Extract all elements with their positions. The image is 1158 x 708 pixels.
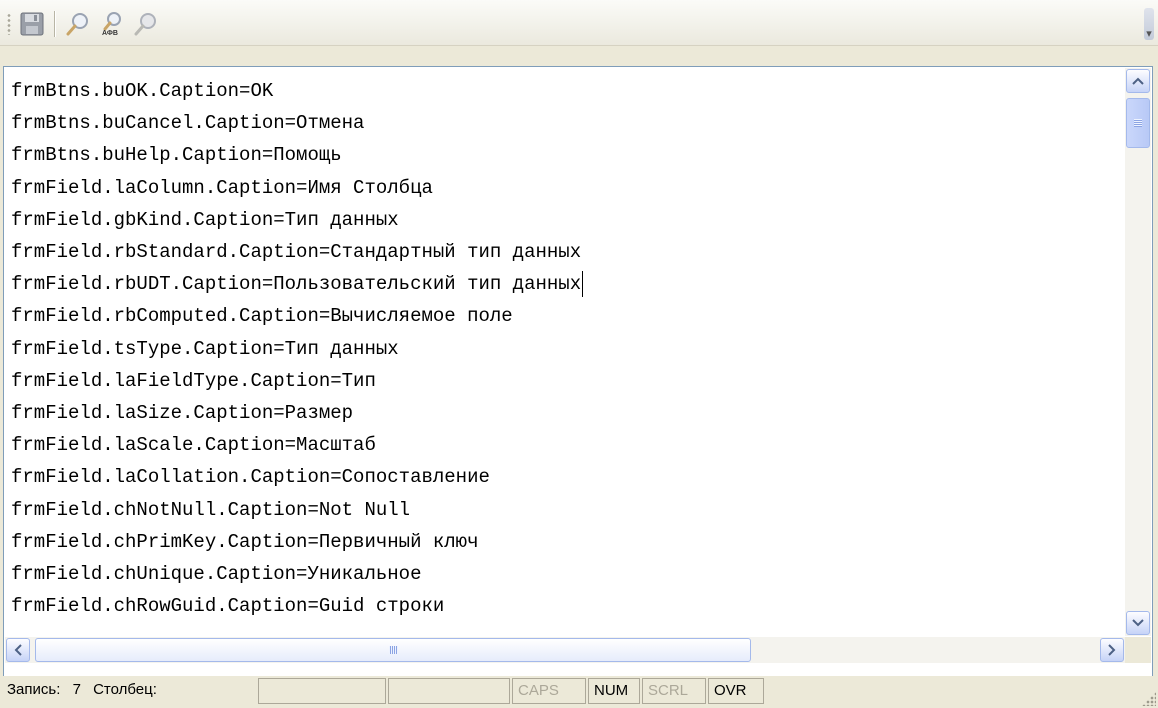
record-label: Запись: [7, 681, 61, 698]
editor-line[interactable]: frmBtns.buOK.Caption=OK [11, 75, 273, 107]
arrow-up-icon [1132, 77, 1144, 85]
status-num-indicator: NUM [588, 678, 640, 704]
editor-line[interactable]: frmField.chRowGuid.Caption=Guid строки [11, 590, 444, 622]
scrl-label: SCRL [648, 682, 689, 699]
editor-line[interactable]: frmField.rbStandard.Caption=Стандартный … [11, 236, 581, 268]
find-case-button[interactable]: АФВ [96, 8, 128, 40]
scroll-right-button[interactable] [1100, 638, 1124, 662]
vertical-scroll-thumb[interactable] [1126, 98, 1150, 148]
editor-line[interactable]: frmBtns.buCancel.Caption=Отмена [11, 107, 364, 139]
caps-label: CAPS [518, 682, 559, 699]
text-caret [582, 271, 583, 297]
status-scrl-indicator: SCRL [642, 678, 706, 704]
status-column-value-panel [258, 678, 386, 704]
editor-line[interactable]: frmField.chUnique.Caption=Уникальное [11, 558, 421, 590]
resize-grip-icon[interactable] [1142, 692, 1156, 706]
save-icon [20, 12, 44, 36]
find-next-button[interactable] [130, 8, 162, 40]
search-next-icon [134, 13, 156, 36]
arrow-down-icon [1132, 619, 1144, 627]
column-label: Столбец: [93, 681, 157, 698]
arrow-right-icon [1108, 644, 1116, 656]
toolbar-separator [54, 11, 56, 37]
thumb-grip-icon [1134, 119, 1142, 127]
status-caps-indicator: CAPS [512, 678, 586, 704]
editor-line[interactable]: frmField.chNotNull.Caption=Not Null [11, 494, 410, 526]
text-editor[interactable]: frmBtns.buOK.Caption=OK frmBtns.buCancel.… [5, 68, 1127, 636]
toolbar: АФВ ▾ [0, 0, 1158, 46]
save-button[interactable] [16, 8, 48, 40]
editor-line[interactable]: frmField.rbComputed.Caption=Вычисляемое … [11, 300, 513, 332]
search-abc-label: АФВ [102, 30, 118, 37]
ovr-label: OVR [714, 682, 747, 699]
scroll-down-button[interactable] [1126, 611, 1150, 635]
toolbar-overflow-button[interactable]: ▾ [1144, 8, 1154, 40]
editor-line[interactable]: frmField.chPrimKey.Caption=Первичный клю… [11, 526, 478, 558]
vertical-scrollbar[interactable] [1125, 68, 1151, 636]
editor-line[interactable]: frmField.rbUDT.Caption=Пользовательский … [11, 268, 581, 300]
thumb-grip-icon [388, 646, 398, 654]
scroll-up-button[interactable] [1126, 69, 1150, 93]
status-ovr-indicator: OVR [708, 678, 764, 704]
status-bar: Запись: 7 Столбец: CAPS NUM SCRL OVR [0, 676, 1158, 708]
search-icon [66, 13, 88, 36]
editor-line[interactable]: frmBtns.buHelp.Caption=Помощь [11, 139, 342, 171]
status-record-panel: Запись: 7 Столбец: [2, 678, 258, 704]
editor-line[interactable]: frmField.tsType.Caption=Тип данных [11, 333, 399, 365]
editor-line[interactable]: frmField.laSize.Caption=Размер [11, 397, 353, 429]
text-editor-window: АФВ ▾ frmBtns.buOK.Caption=OK frmBtns.buC… [0, 0, 1158, 708]
record-value: 7 [72, 681, 81, 698]
editor-line[interactable]: frmField.gbKind.Caption=Тип данных [11, 204, 399, 236]
scroll-left-button[interactable] [6, 638, 30, 662]
chevron-down-icon: ▾ [1146, 28, 1152, 40]
num-label: NUM [594, 682, 629, 699]
scrollbar-corner [1125, 637, 1151, 663]
toolbar-grip[interactable] [7, 13, 11, 35]
editor-line[interactable]: frmField.laCollation.Caption=Сопоставлен… [11, 461, 490, 493]
editor-line[interactable]: frmField.laFieldType.Caption=Тип [11, 365, 376, 397]
editor-line[interactable]: frmField.laScale.Caption=Масштаб [11, 429, 376, 461]
arrow-left-icon [14, 644, 22, 656]
editor-line[interactable]: frmField.laColumn.Caption=Имя Столбца [11, 172, 433, 204]
status-empty-panel [388, 678, 510, 704]
horizontal-scrollbar[interactable] [5, 637, 1125, 663]
horizontal-scroll-thumb[interactable] [35, 638, 751, 662]
find-button[interactable] [62, 8, 94, 40]
